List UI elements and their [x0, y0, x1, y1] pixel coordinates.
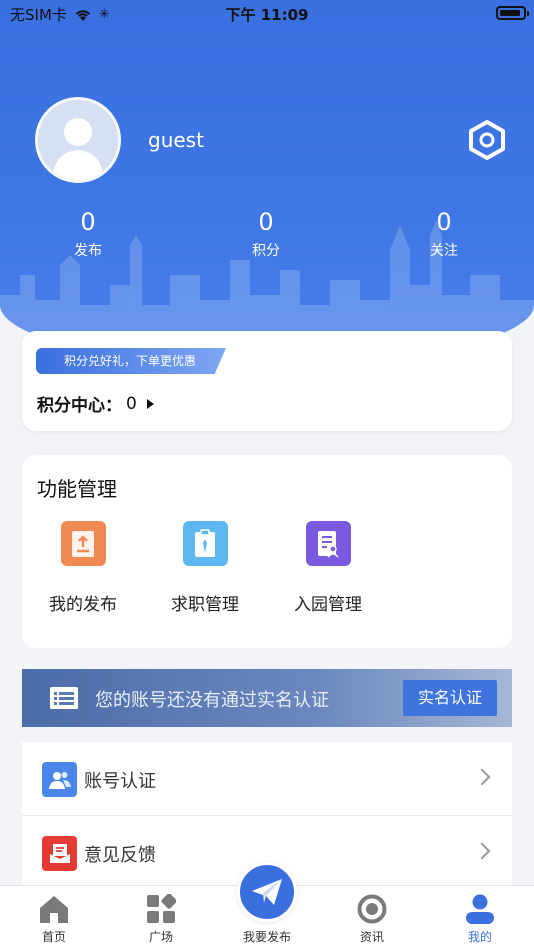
tab-label: 首页: [41, 930, 66, 944]
stat-value: 0: [258, 208, 274, 236]
stat-publish[interactable]: 0 发布: [38, 208, 138, 260]
status-bar: 无SIM卡 ✳ 下午 11:09: [0, 0, 534, 28]
publish-button[interactable]: [237, 862, 297, 922]
default-user-avatar-icon: [38, 100, 118, 180]
verify-message: 您的账号还没有通过实名认证: [95, 690, 329, 711]
function-label: 我的发布: [49, 595, 117, 615]
battery-icon: [496, 6, 529, 20]
list-item-label: 账号认证: [84, 771, 156, 792]
stat-value: 0: [436, 208, 452, 236]
function-label: 求职管理: [171, 595, 239, 615]
grid-icon: [144, 892, 178, 926]
tab-news[interactable]: 资讯: [332, 892, 412, 945]
section-title: 功能管理: [37, 477, 117, 501]
real-name-verify-button[interactable]: 实名认证: [403, 680, 497, 716]
avatar[interactable]: [35, 97, 121, 183]
stat-label: 关注: [430, 243, 458, 259]
function-job-management[interactable]: 求职管理: [150, 521, 260, 615]
tab-square[interactable]: 广场: [121, 892, 201, 945]
bottom-tab-bar: 首页 广场 我要发布 资讯 我的: [0, 862, 534, 950]
function-park-entry[interactable]: 入园管理: [273, 521, 383, 615]
tab-label: 广场: [148, 930, 173, 944]
stat-points[interactable]: 0 积分: [216, 208, 316, 260]
list-item-account-verify[interactable]: 账号认证: [22, 742, 512, 816]
points-center-label: 积分中心：: [37, 396, 122, 416]
tab-label: 我的: [467, 930, 492, 944]
play-arrow-icon: [146, 398, 154, 409]
user-icon: [463, 892, 497, 926]
list-doc-icon: [50, 687, 78, 709]
points-center-link[interactable]: 积分中心： 0: [37, 391, 154, 416]
document-user-icon: [305, 521, 351, 566]
real-name-verify-banner: 您的账号还没有通过实名认证 实名认证: [22, 669, 512, 727]
upload-doc-icon: [60, 521, 106, 566]
function-my-posts[interactable]: 我的发布: [28, 521, 138, 615]
publish-label[interactable]: 我要发布: [227, 928, 307, 945]
points-center-value: 0: [126, 393, 137, 414]
points-promo-tag[interactable]: 积分兑好礼，下单更优惠: [36, 348, 227, 374]
points-card: 积分兑好礼，下单更优惠 积分中心： 0: [22, 331, 512, 431]
settings-icon[interactable]: [466, 119, 508, 161]
stat-value: 0: [80, 208, 96, 236]
username[interactable]: guest: [148, 128, 204, 152]
users-icon: [42, 762, 77, 797]
chevron-right-icon: [473, 768, 491, 786]
id-badge-icon: [182, 521, 228, 566]
tab-label: 资讯: [359, 930, 384, 944]
stat-label: 积分: [252, 243, 280, 259]
stat-follow[interactable]: 0 关注: [394, 208, 494, 260]
stat-label: 发布: [74, 243, 102, 259]
chevron-right-icon: [473, 842, 491, 860]
circle-news-icon: [355, 892, 389, 926]
paper-plane-icon: [252, 879, 282, 905]
function-label: 入园管理: [294, 595, 362, 615]
function-management-card: 功能管理 我的发布 求职管理 入园管理: [22, 455, 512, 648]
mail-feedback-icon: [42, 836, 77, 871]
tab-home[interactable]: 首页: [14, 892, 94, 945]
list-item-label: 意见反馈: [84, 845, 156, 866]
status-time: 下午 11:09: [225, 6, 309, 24]
home-icon: [37, 892, 71, 926]
tab-mine[interactable]: 我的: [440, 892, 520, 945]
